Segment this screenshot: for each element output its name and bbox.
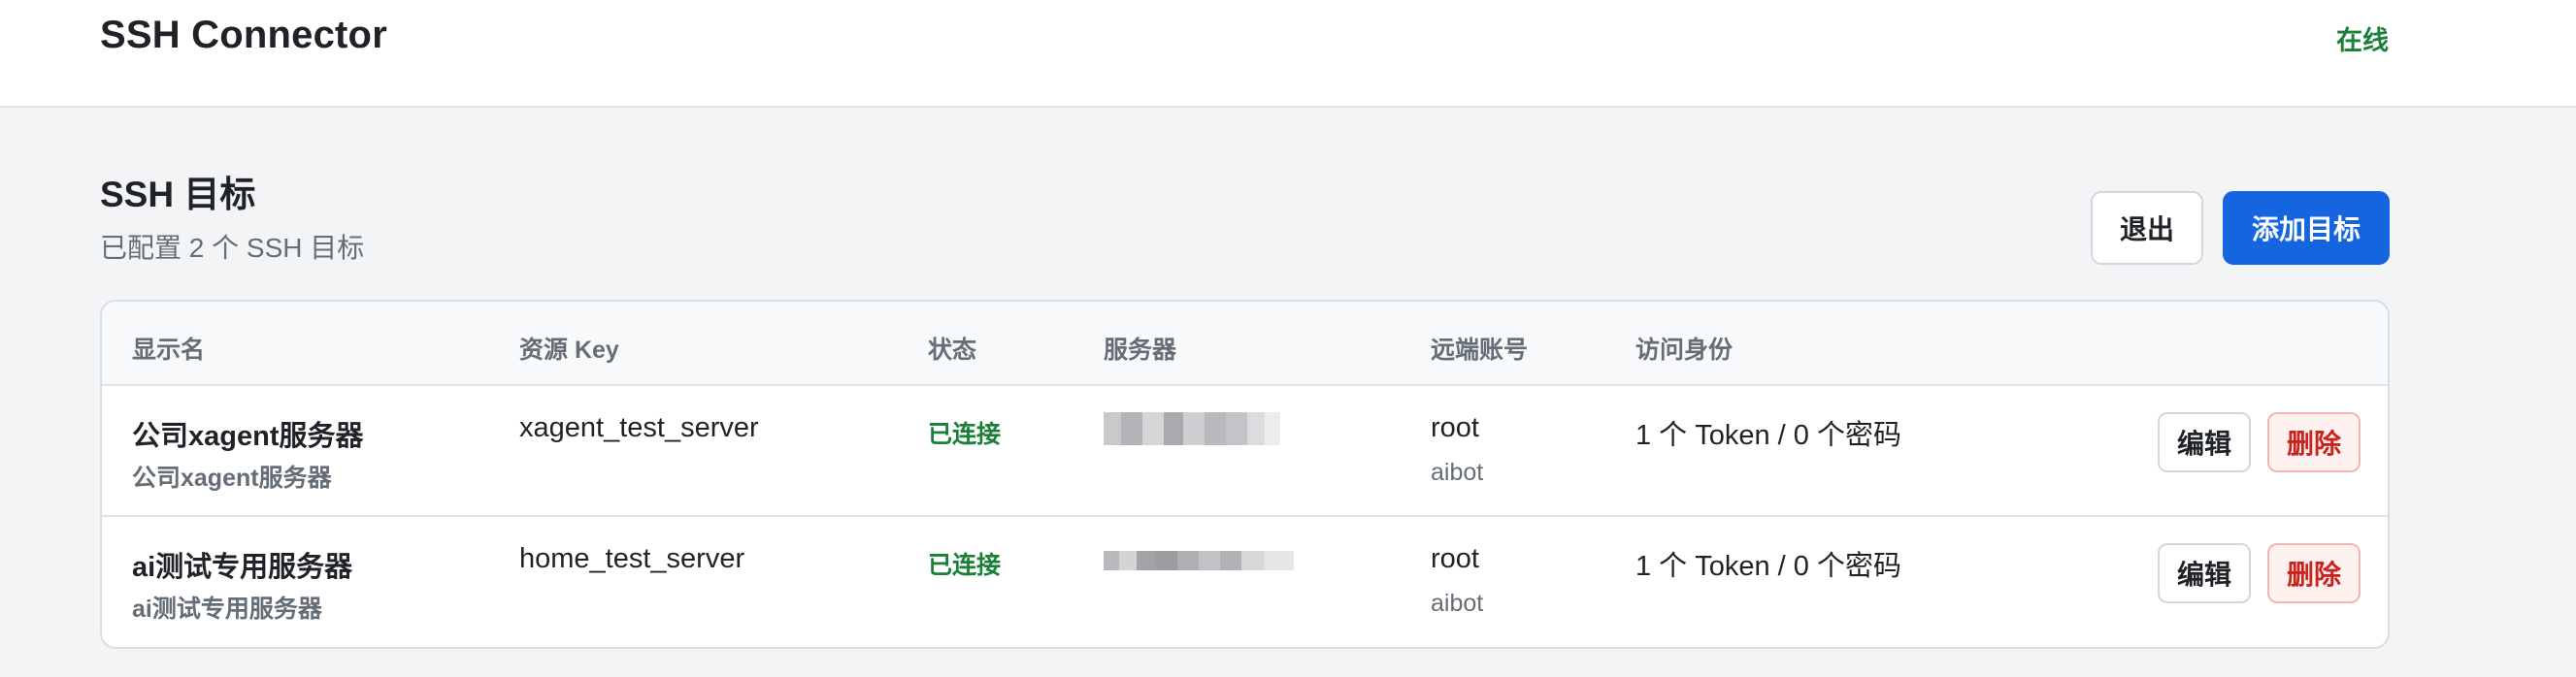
column-header-server: 服务器 <box>1104 337 1177 364</box>
access-identity: 1 个 Token / 0 个密码 <box>1635 420 1901 451</box>
page-subtitle: 已配置 2 个 SSH 目标 <box>100 233 365 263</box>
page-title: SSH 目标 <box>100 175 256 214</box>
connection-status: 在线 <box>2336 26 2389 55</box>
resource-key: xagent_test_server <box>519 412 759 443</box>
column-header-status: 状态 <box>928 337 977 364</box>
server-address-redacted <box>1104 412 1298 445</box>
app-title: SSH Connector <box>100 14 387 56</box>
column-header-remote-user: 远端账号 <box>1431 337 1529 364</box>
access-identity: 1 个 Token / 0 个密码 <box>1635 551 1901 582</box>
table-header: 显示名 资源 Key 状态 服务器 远端账号 访问身份 <box>102 302 2388 386</box>
remote-user-sub: aibot <box>1431 459 1484 486</box>
remote-user-sub: aibot <box>1431 590 1484 617</box>
target-name: ai测试专用服务器 <box>132 552 353 583</box>
column-header-name: 显示名 <box>132 337 206 364</box>
target-name-sub: ai测试专用服务器 <box>132 596 322 623</box>
top-bar: SSH Connector 在线 <box>0 0 2576 108</box>
add-target-button[interactable]: 添加目标 <box>2223 191 2390 265</box>
remote-user: root <box>1431 412 1479 443</box>
status-badge: 已连接 <box>928 552 1002 579</box>
edit-button[interactable]: 编辑 <box>2158 412 2251 472</box>
target-name: 公司xagent服务器 <box>132 421 364 452</box>
status-badge: 已连接 <box>928 421 1002 448</box>
server-address-redacted <box>1104 551 1298 570</box>
ssh-targets-table: 显示名 资源 Key 状态 服务器 远端账号 访问身份 公司xagent服务器 … <box>100 300 2390 649</box>
resource-key: home_test_server <box>519 543 745 574</box>
table-row: 公司xagent服务器 公司xagent服务器 xagent_test_serv… <box>102 386 2388 517</box>
delete-button[interactable]: 删除 <box>2267 543 2361 603</box>
column-header-access: 访问身份 <box>1635 337 1734 364</box>
remote-user: root <box>1431 543 1479 574</box>
column-header-key: 资源 Key <box>519 337 619 364</box>
table-row: ai测试专用服务器 ai测试专用服务器 home_test_server 已连接… <box>102 517 2388 647</box>
delete-button[interactable]: 删除 <box>2267 412 2361 472</box>
edit-button[interactable]: 编辑 <box>2158 543 2251 603</box>
logout-button[interactable]: 退出 <box>2091 191 2203 265</box>
target-name-sub: 公司xagent服务器 <box>132 465 332 492</box>
